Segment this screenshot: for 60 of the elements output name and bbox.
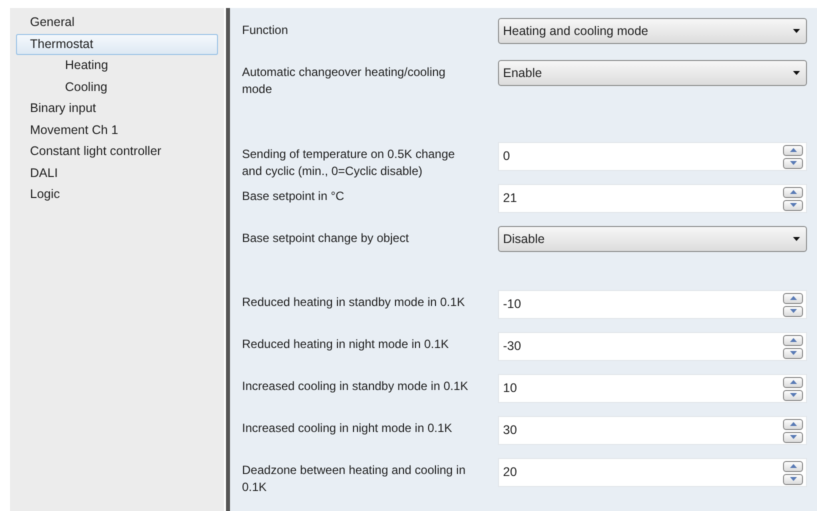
down-triangle-icon xyxy=(790,203,796,207)
increment-button[interactable] xyxy=(783,144,803,156)
up-triangle-icon xyxy=(790,190,796,194)
number-field[interactable]: 30 xyxy=(498,416,807,445)
down-triangle-icon xyxy=(790,435,796,439)
sidebar-item[interactable]: Constant light controller xyxy=(16,141,218,162)
sidebar-item[interactable]: Logic xyxy=(16,184,218,206)
up-triangle-icon xyxy=(790,422,796,426)
decrement-button[interactable] xyxy=(783,200,803,210)
sidebar-item[interactable]: General xyxy=(16,12,218,34)
increment-button[interactable] xyxy=(783,376,803,388)
down-triangle-icon xyxy=(790,477,796,481)
number-field[interactable]: -30 xyxy=(498,332,807,361)
increment-button[interactable] xyxy=(783,334,803,346)
field-label: Sending of temperature on 0.5K change and cyclic (min., 0=Cyclic disable) xyxy=(242,146,456,180)
caret-icon xyxy=(793,71,800,75)
down-triangle-icon xyxy=(790,393,796,397)
sidebar-item[interactable]: Heating xyxy=(16,55,218,76)
up-triangle-icon xyxy=(790,296,796,300)
sidebar-item[interactable]: Thermostat xyxy=(16,34,218,55)
increment-button[interactable] xyxy=(783,418,803,430)
decrement-button[interactable] xyxy=(783,474,803,484)
field-label: Base setpoint in °C xyxy=(242,188,346,205)
number-field[interactable]: 21 xyxy=(498,184,807,213)
decrement-button[interactable] xyxy=(783,432,803,442)
sidebar-item[interactable]: Cooling xyxy=(16,76,218,98)
field-label: Reduced heating in night mode in 0.1K xyxy=(242,336,450,353)
caret-icon xyxy=(793,237,800,241)
field-label: Base setpoint change by object xyxy=(242,230,410,247)
increment-button[interactable] xyxy=(783,292,803,304)
number-field[interactable]: 0 xyxy=(498,142,807,171)
increment-button[interactable] xyxy=(783,460,803,472)
decrement-button[interactable] xyxy=(783,158,803,168)
up-triangle-icon xyxy=(790,380,796,384)
field-label: Function xyxy=(242,22,290,39)
up-triangle-icon xyxy=(790,464,796,468)
field-label: Automatic changeover heating/cooling mode xyxy=(242,64,446,98)
up-triangle-icon xyxy=(790,148,796,152)
dropdown[interactable]: Heating and cooling mode xyxy=(498,18,807,44)
sidebar-item[interactable]: Movement Ch 1 xyxy=(16,120,218,141)
field-label: Increased cooling in standby mode in 0.1K xyxy=(242,378,470,395)
down-triangle-icon xyxy=(790,161,796,165)
decrement-button[interactable] xyxy=(783,390,803,400)
sidebar-item[interactable]: Binary input xyxy=(16,98,218,120)
down-triangle-icon xyxy=(790,351,796,355)
number-field[interactable]: 20 xyxy=(498,458,807,487)
number-field[interactable]: -10 xyxy=(498,290,807,319)
dropdown[interactable]: Disable xyxy=(498,226,807,252)
down-triangle-icon xyxy=(790,309,796,313)
increment-button[interactable] xyxy=(783,186,803,198)
field-label: Increased cooling in night mode in 0.1K xyxy=(242,420,454,437)
dropdown[interactable]: Enable xyxy=(498,60,807,86)
caret-icon xyxy=(793,29,800,33)
field-label: Reduced heating in standby mode in 0.1K xyxy=(242,294,466,311)
decrement-button[interactable] xyxy=(783,306,803,316)
up-triangle-icon xyxy=(790,338,796,342)
number-field[interactable]: 10 xyxy=(498,374,807,403)
decrement-button[interactable] xyxy=(783,348,803,358)
field-label: Deadzone between heating and cooling in 0.1K xyxy=(242,462,467,496)
sidebar-item[interactable]: DALI xyxy=(16,162,218,184)
